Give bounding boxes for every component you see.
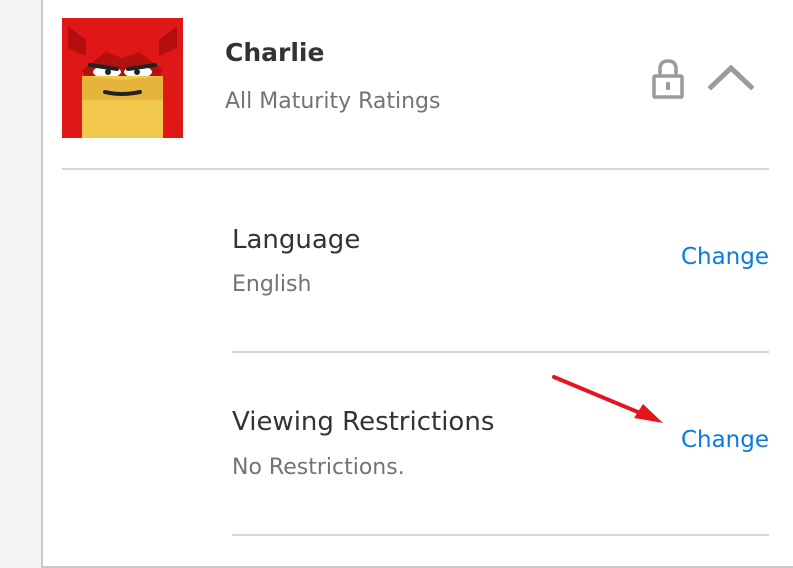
profile-divider: [62, 168, 769, 170]
viewing-restrictions-divider: [232, 534, 769, 536]
profile-name: Charlie: [225, 38, 325, 67]
maturity-rating: All Maturity Ratings: [225, 89, 441, 114]
profile-avatar[interactable]: [62, 18, 183, 138]
language-setting-title: Language: [232, 225, 361, 255]
chevron-up-icon[interactable]: [708, 62, 754, 92]
viewing-restrictions-change-link[interactable]: Change: [681, 427, 769, 453]
language-setting-value: English: [232, 272, 312, 297]
viewing-restrictions-value: No Restrictions.: [232, 455, 405, 480]
annotation-arrow-icon: [552, 375, 663, 423]
viewing-restrictions-title: Viewing Restrictions: [232, 407, 495, 437]
language-divider: [232, 351, 769, 353]
lock-icon: [652, 59, 684, 99]
language-change-link[interactable]: Change: [681, 244, 769, 270]
